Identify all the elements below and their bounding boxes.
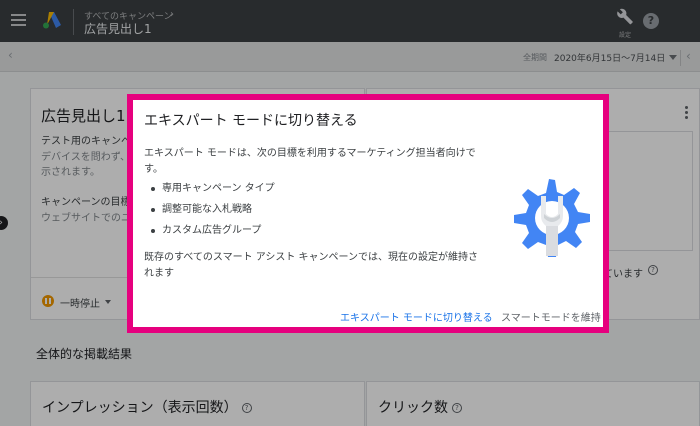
gear-wrench-illustration <box>514 179 590 257</box>
switch-to-expert-mode-button[interactable]: エキスパート モードに切り替える <box>340 309 493 324</box>
list-item: カスタム広告グループ <box>151 223 275 244</box>
feature-list: 専用キャンペーン タイプ 調整可能な入札戦略 カスタム広告グループ <box>151 181 275 244</box>
dialog-body-text: エキスパート モードは、次の目標を利用するマーケティング担当者向けです。 <box>144 148 476 175</box>
list-item: 専用キャンペーン タイプ <box>151 181 275 202</box>
expert-mode-dialog: エキスパート モードに切り替える エキスパート モードは、次の目標を利用するマー… <box>133 100 603 327</box>
dialog-title: エキスパート モードに切り替える <box>144 113 358 129</box>
dialog-footer-text: 既存のすべてのスマート アシスト キャンペーンでは、現在の設定が維持されます <box>144 252 479 279</box>
list-item: 調整可能な入札戦略 <box>151 202 275 223</box>
keep-smart-mode-button[interactable]: スマートモードを維持 <box>501 309 601 324</box>
